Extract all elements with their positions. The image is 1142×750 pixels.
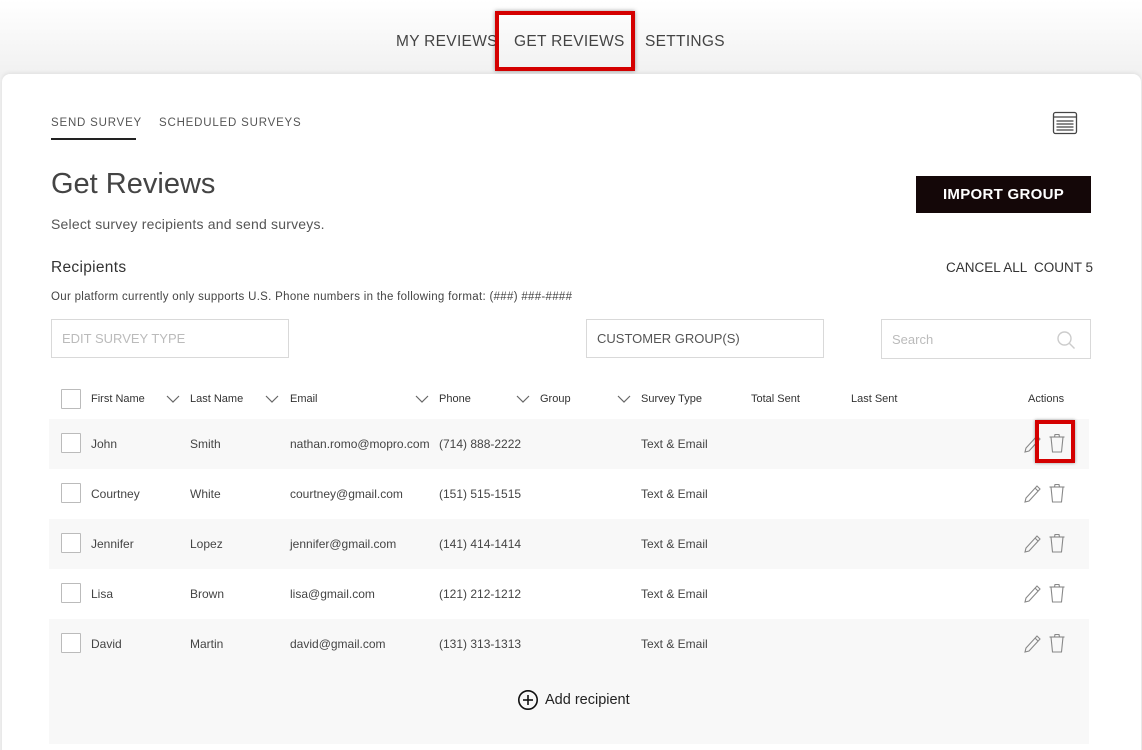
cell-first-name: Courtney [91,487,140,501]
top-navigation: MY REVIEWS GET REVIEWS SETTINGS [0,0,1142,74]
search-input[interactable] [892,331,1052,347]
trash-icon[interactable] [1047,632,1067,654]
search-icon[interactable] [1056,330,1076,350]
cell-survey-type: Text & Email [641,637,708,651]
row-checkbox[interactable] [61,633,81,653]
header-first-name[interactable]: First Name [91,393,145,405]
header-phone[interactable]: Phone [439,393,471,405]
cell-survey-type: Text & Email [641,587,708,601]
chevron-down-icon[interactable] [617,394,631,404]
active-subtab-underline [51,138,136,140]
cell-first-name: David [91,637,122,651]
header-last-name[interactable]: Last Name [190,393,243,405]
cell-email: jennifer@gmail.com [290,537,397,551]
pencil-icon[interactable] [1022,633,1042,655]
pencil-icon[interactable] [1022,583,1042,605]
row-checkbox[interactable] [61,433,81,453]
add-recipient-area: Add recipient [49,669,1089,744]
window-icon[interactable] [1052,110,1078,136]
trash-icon[interactable] [1047,482,1067,504]
cell-email: david@gmail.com [290,637,386,651]
table-row: Lisa Brown lisa@gmail.com (121) 212-1212… [49,569,1089,619]
cell-last-name: White [190,487,221,501]
cell-email: courtney@gmail.com [290,487,403,501]
row-checkbox[interactable] [61,533,81,553]
page-title: Get Reviews [51,168,216,200]
chevron-down-icon[interactable] [265,394,279,404]
header-last-sent: Last Sent [851,393,898,405]
recipient-count: COUNT 5 [1034,260,1094,275]
customer-groups-label: CUSTOMER GROUP(S) [597,331,740,346]
cancel-all-link[interactable]: CANCEL ALL [946,260,1027,275]
cell-phone: (131) 313-1313 [439,637,522,651]
import-group-button[interactable]: IMPORT GROUP [916,176,1091,213]
cell-email: lisa@gmail.com [290,587,375,601]
cell-email: nathan.romo@mopro.com [290,437,430,451]
row-checkbox[interactable] [61,583,81,603]
cell-first-name: Jennifer [91,537,134,551]
page-subtitle: Select survey recipients and send survey… [51,216,325,232]
header-total-sent: Total Sent [751,393,800,405]
select-all-checkbox[interactable] [61,389,81,409]
recipients-title: Recipients [51,259,127,276]
row-checkbox[interactable] [61,483,81,503]
cell-first-name: Lisa [91,587,114,601]
cell-last-name: Smith [190,437,221,451]
cell-first-name: John [91,437,118,451]
cell-phone: (151) 515-1515 [439,487,522,501]
chevron-down-icon[interactable] [166,394,180,404]
subtab-scheduled-surveys[interactable]: SCHEDULED SURVEYS [159,117,301,129]
header-actions: Actions [1028,393,1065,405]
cell-last-name: Brown [190,587,225,601]
search-box [881,319,1091,359]
add-recipient-button[interactable]: Add recipient [517,689,630,711]
cell-survey-type: Text & Email [641,487,708,501]
tab-settings[interactable]: SETTINGS [645,33,725,51]
subtab-send-survey[interactable]: SEND SURVEY [51,117,142,129]
cell-phone: (714) 888-2222 [439,437,522,451]
table-row: Courtney White courtney@gmail.com (151) … [49,469,1089,519]
trash-icon[interactable] [1047,582,1067,604]
cell-phone: (141) 414-1414 [439,537,522,551]
delete-highlight [1035,420,1075,463]
survey-type-label: EDIT SURVEY TYPE [62,331,186,346]
header-survey-type[interactable]: Survey Type [641,393,702,405]
chevron-down-icon[interactable] [415,394,429,404]
cell-last-name: Martin [190,637,224,651]
trash-icon[interactable] [1047,532,1067,554]
phone-format-note: Our platform currently only supports U.S… [51,291,573,303]
chevron-down-icon[interactable] [516,394,530,404]
table-row: John Smith nathan.romo@mopro.com (714) 8… [49,419,1089,469]
pencil-icon[interactable] [1022,483,1042,505]
pencil-icon[interactable] [1022,533,1042,555]
cell-survey-type: Text & Email [641,537,708,551]
customer-groups-select[interactable]: CUSTOMER GROUP(S) [586,319,824,358]
add-recipient-label: Add recipient [545,692,630,708]
header-group[interactable]: Group [540,393,571,405]
get-reviews-highlight [495,11,635,71]
table-row: David Martin david@gmail.com (131) 313-1… [49,619,1089,669]
header-email[interactable]: Email [290,393,318,405]
cell-phone: (121) 212-1212 [439,587,522,601]
cell-last-name: Lopez [190,537,223,551]
cell-survey-type: Text & Email [641,437,708,451]
survey-type-select[interactable]: EDIT SURVEY TYPE [51,319,289,358]
plus-circle-icon [518,690,538,710]
table-row: Jennifer Lopez jennifer@gmail.com (141) … [49,519,1089,569]
tab-my-reviews[interactable]: MY REVIEWS [396,33,498,51]
